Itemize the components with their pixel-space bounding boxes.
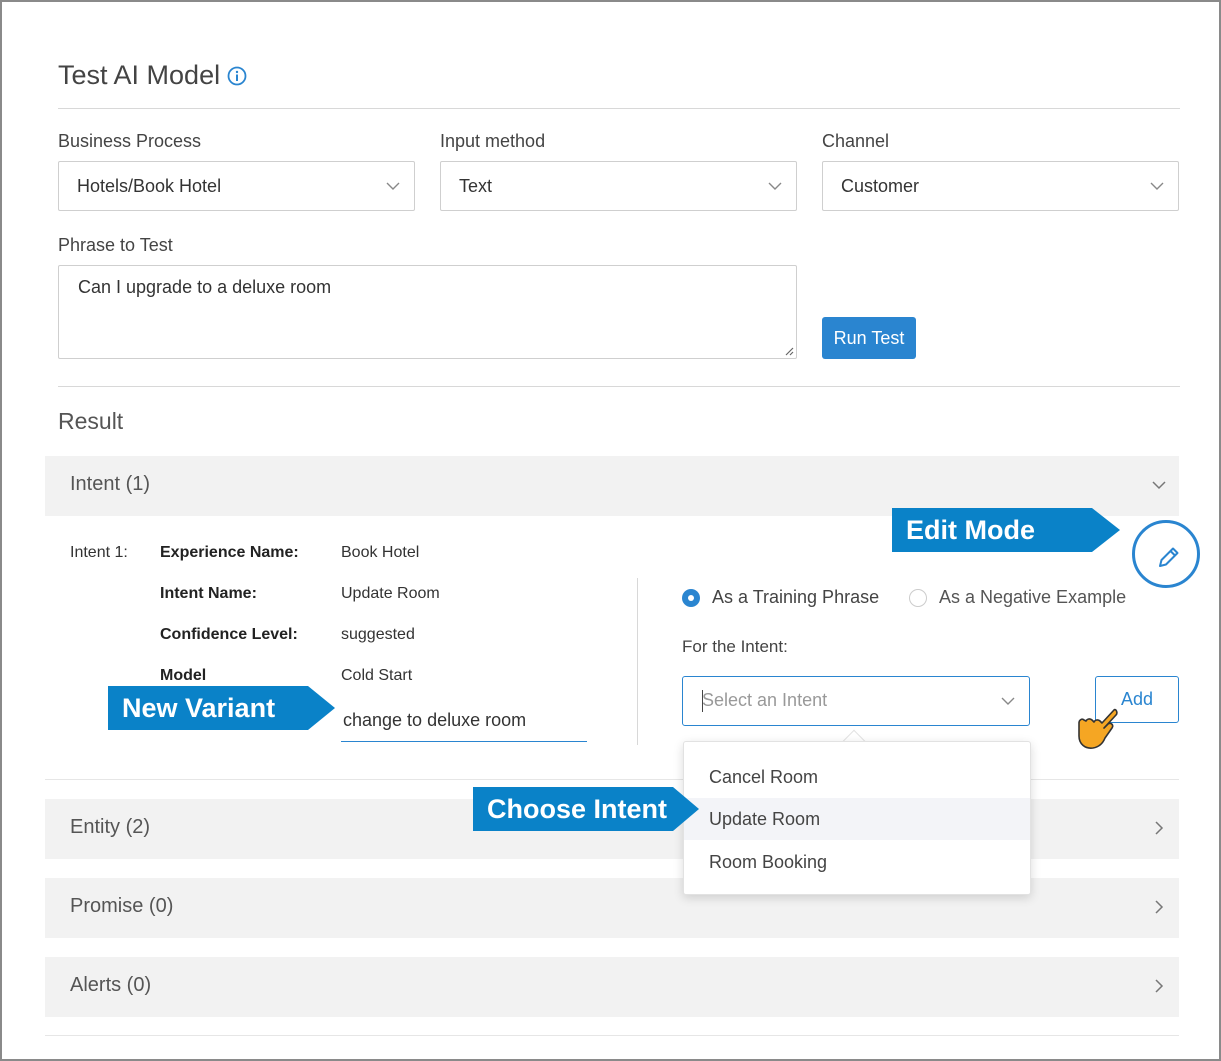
dropdown-option-room-booking[interactable]: Room Booking xyxy=(684,841,1030,883)
negative-example-radio[interactable] xyxy=(909,589,927,607)
resize-handle-icon[interactable] xyxy=(784,346,794,356)
channel-value: Customer xyxy=(841,176,920,196)
pointer-hand-icon xyxy=(1078,708,1118,749)
edit-mode-callout-text: Edit Mode xyxy=(906,515,1035,545)
text-caret xyxy=(702,690,703,712)
bottom-divider xyxy=(45,1035,1179,1036)
new-variant-callout: New Variant xyxy=(108,686,335,730)
edit-mode-callout: Edit Mode xyxy=(892,508,1120,552)
accordion-promise-label: Promise (0) xyxy=(70,895,174,917)
phrase-value: Can I upgrade to a deluxe room xyxy=(78,277,332,297)
input-method-label: Input method xyxy=(440,131,546,151)
phrase-label: Phrase to Test xyxy=(58,235,173,255)
page-title: Test AI Model xyxy=(58,60,247,91)
intent-prefix: Intent 1: xyxy=(70,544,128,561)
confidence-label: Confidence Level: xyxy=(160,626,298,643)
model-label: Model xyxy=(160,667,207,684)
intent-dropdown-menu: Cancel Room Update Room Room Booking xyxy=(683,741,1031,895)
chevron-right-icon xyxy=(1155,900,1164,914)
form-divider xyxy=(58,386,1180,387)
intent-name-label: Intent Name: xyxy=(160,585,257,602)
choose-intent-callout-text: Choose Intent xyxy=(487,794,667,824)
new-variant-callout-text: New Variant xyxy=(122,693,276,723)
experience-name-label: Experience Name: xyxy=(160,544,299,561)
accordion-alerts[interactable]: Alerts (0) xyxy=(45,957,1179,1017)
accordion-intent[interactable]: Intent (1) xyxy=(45,456,1179,516)
channel-label: Channel xyxy=(822,131,890,151)
title-divider xyxy=(58,108,1180,109)
intent-name-value: Update Room xyxy=(341,585,440,602)
info-icon[interactable] xyxy=(227,66,247,86)
accordion-entity-label: Entity (2) xyxy=(70,816,151,838)
channel-select[interactable]: Customer xyxy=(822,161,1179,211)
chevron-down-icon xyxy=(1150,182,1164,190)
choose-intent-callout: Choose Intent xyxy=(473,787,699,831)
chevron-right-icon xyxy=(1155,979,1164,993)
dropdown-option-cancel-room[interactable]: Cancel Room xyxy=(684,756,1030,798)
page-title-text: Test AI Model xyxy=(58,60,221,90)
chevron-down-icon xyxy=(386,182,400,190)
model-value: Cold Start xyxy=(341,667,413,684)
negative-example-label[interactable]: As a Negative Example xyxy=(939,587,1126,608)
intent-select[interactable]: Select an Intent xyxy=(682,676,1030,726)
intent-select-placeholder: Select an Intent xyxy=(702,690,828,710)
dropdown-option-update-room[interactable]: Update Room xyxy=(684,798,1030,840)
result-title: Result xyxy=(58,408,124,434)
business-process-label: Business Process xyxy=(58,131,202,151)
phrase-textarea[interactable]: Can I upgrade to a deluxe room xyxy=(58,265,797,359)
input-method-value: Text xyxy=(459,176,493,196)
chevron-down-icon xyxy=(768,182,782,190)
training-phrase-label[interactable]: As a Training Phrase xyxy=(712,587,879,608)
pencil-icon xyxy=(1159,547,1179,567)
edit-mode-button[interactable] xyxy=(1132,520,1200,588)
chevron-down-icon xyxy=(1001,697,1015,705)
business-process-select[interactable]: Hotels/Book Hotel xyxy=(58,161,415,211)
variant-input[interactable] xyxy=(341,700,587,742)
experience-name-value: Book Hotel xyxy=(341,544,420,561)
accordion-alerts-label: Alerts (0) xyxy=(70,974,152,996)
run-test-button[interactable]: Run Test xyxy=(822,317,916,359)
chevron-down-icon xyxy=(1152,481,1166,490)
chevron-right-icon xyxy=(1155,821,1164,835)
training-phrase-radio[interactable] xyxy=(682,589,700,607)
for-intent-label: For the Intent: xyxy=(682,637,788,656)
input-method-select[interactable]: Text xyxy=(440,161,797,211)
vertical-divider xyxy=(637,578,638,745)
business-process-value: Hotels/Book Hotel xyxy=(77,176,222,196)
confidence-value: suggested xyxy=(341,626,415,643)
accordion-intent-label: Intent (1) xyxy=(70,473,151,495)
